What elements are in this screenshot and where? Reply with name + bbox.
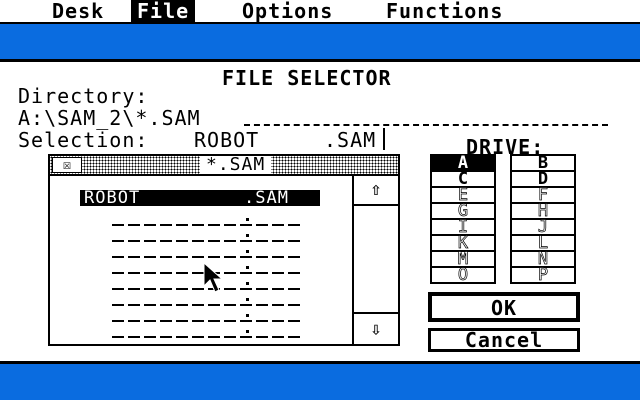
scroll-track[interactable] [354,206,398,312]
selection-field-ext[interactable]: .SAM [324,130,376,150]
empty-file-slot[interactable] [112,304,302,306]
empty-slot-dot [246,250,249,253]
empty-slot-dot [246,330,249,333]
empty-slot-dot [246,218,249,221]
empty-slot-dot [246,234,249,237]
file-selector-dialog: FILE SELECTOR Directory: A:\SAM_2\*.SAM … [0,59,640,364]
empty-file-slot[interactable] [112,256,302,258]
drive-o-button[interactable]: O [432,266,494,284]
menu-functions[interactable]: Functions [380,0,509,22]
down-arrow-icon: ⇩ [370,318,382,340]
menu-file[interactable]: File [131,0,196,22]
drive-column-left: ACEGIKMO [430,154,496,284]
file-row-robot[interactable]: ROBOT .SAM [80,188,320,208]
scroll-up-button[interactable]: ⇧ [354,174,398,206]
dialog-title: FILE SELECTOR [222,66,392,90]
close-icon[interactable]: ☒ [52,157,82,173]
empty-file-slot[interactable] [112,240,302,242]
file-list-scrollbar[interactable]: ⇧ ⇩ [352,174,398,344]
empty-slot-dot [246,282,249,285]
text-cursor [383,128,385,150]
empty-slot-dot [246,298,249,301]
empty-file-slot[interactable] [112,224,302,226]
empty-slot-dot [246,266,249,269]
file-list: ROBOT .SAM [50,176,352,344]
directory-field[interactable]: A:\SAM_2\*.SAM [18,108,201,128]
scroll-down-button[interactable]: ⇩ [354,312,398,344]
desktop-background-top [0,24,640,53]
selection-label: Selection: [18,128,149,152]
menu-desk[interactable]: Desk [46,0,110,22]
up-arrow-icon: ⇧ [370,178,382,200]
drive-column-right: BDFHJLNP [510,154,576,284]
file-mask-label: *.SAM [200,156,272,174]
directory-field-underline [244,124,608,126]
selection-field-name[interactable]: ROBOT [194,130,259,150]
file-list-title-bar[interactable]: ☒ *.SAM [50,156,398,176]
file-ext: .SAM [244,188,289,208]
empty-slot-dot [246,314,249,317]
file-name: ROBOT [84,188,141,208]
empty-file-slot[interactable] [112,320,302,322]
cancel-button[interactable]: Cancel [428,328,580,352]
menu-bar: Desk File Options Functions [0,0,640,24]
directory-label: Directory: [18,84,149,108]
file-list-window: ☒ *.SAM ROBOT .SAM ⇧ ⇩ [48,154,400,346]
drive-p-button[interactable]: P [512,266,574,284]
menu-options[interactable]: Options [236,0,339,22]
ok-button[interactable]: OK [428,292,580,322]
empty-file-slot[interactable] [112,336,302,338]
mouse-pointer-icon [203,262,224,293]
desktop-background-bottom [0,364,640,400]
